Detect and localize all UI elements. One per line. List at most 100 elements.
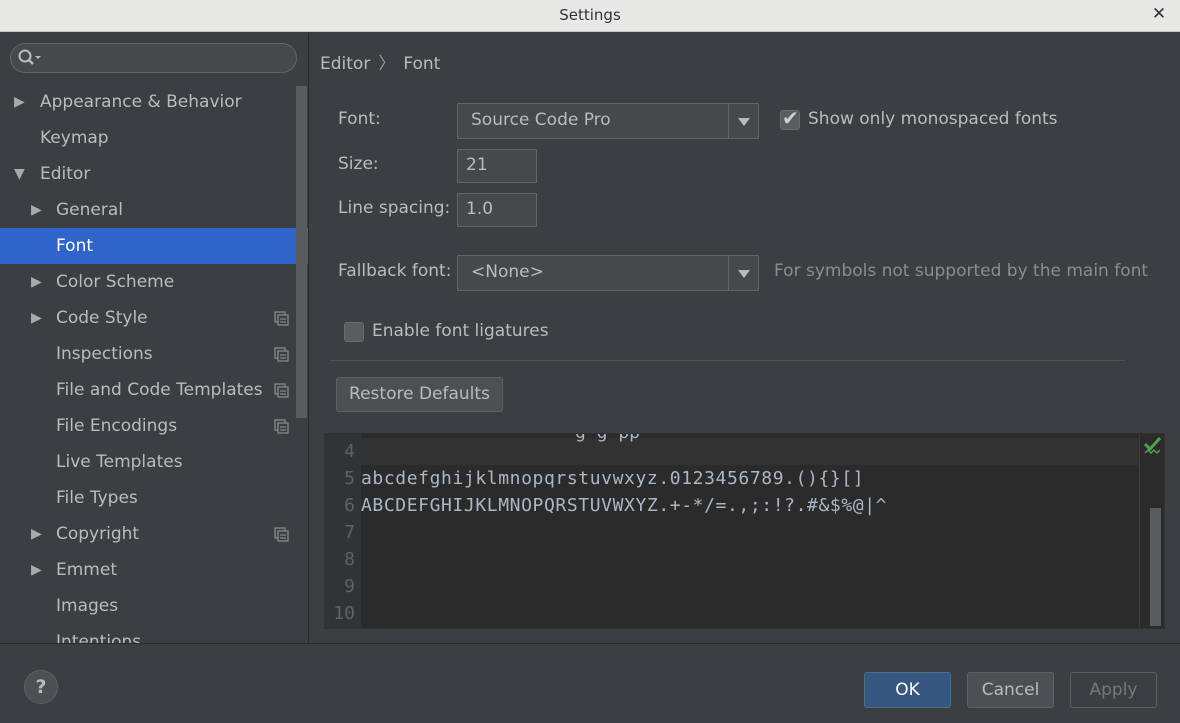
breadcrumb-parent[interactable]: Editor xyxy=(320,54,370,74)
size-label: Size: xyxy=(338,154,379,174)
sidebar-item-label: Emmet xyxy=(56,560,117,580)
breadcrumb-current: Font xyxy=(403,54,441,74)
fallback-font-label: Fallback font: xyxy=(338,261,452,281)
breadcrumb-separator: 〉 xyxy=(378,54,396,74)
sidebar-item-emmet[interactable]: ▶ Emmet xyxy=(0,552,308,588)
sidebar-item-file-types[interactable]: File Types xyxy=(0,480,308,516)
line-number: 8 xyxy=(344,549,355,570)
line-number: 4 xyxy=(344,441,355,462)
sidebar-item-label: File Encodings xyxy=(56,416,178,436)
sidebar-item-label: File Types xyxy=(56,488,138,508)
line-spacing-field[interactable]: 1.0 xyxy=(457,193,537,227)
sidebar-item-images[interactable]: Images xyxy=(0,588,308,624)
sidebar-item-label: Code Style xyxy=(56,308,148,328)
cancel-button[interactable]: Cancel xyxy=(967,672,1054,708)
project-settings-icon xyxy=(274,383,289,398)
font-dropdown-button[interactable] xyxy=(728,104,758,138)
sidebar-item-file-encodings[interactable]: File Encodings xyxy=(0,408,308,444)
sidebar-item-editor[interactable]: ▼ Editor xyxy=(0,156,308,192)
separator xyxy=(330,360,1125,361)
sidebar-scrollbar[interactable] xyxy=(296,86,307,418)
sidebar-item-label: Keymap xyxy=(40,128,109,148)
checkmark-icon: ✔ xyxy=(782,106,799,130)
line-number: 5 xyxy=(344,468,355,489)
chevron-down-icon xyxy=(738,118,750,126)
preview-line-lowercase: abcdefghijklmnopqrstuvwxyz.0123456789.()… xyxy=(361,468,865,489)
sidebar-item-appearance-behavior[interactable]: ▶ Appearance & Behavior xyxy=(0,84,308,120)
sidebar-item-keymap[interactable]: Keymap xyxy=(0,120,308,156)
sidebar-item-file-and-code-templates[interactable]: File and Code Templates xyxy=(0,372,308,408)
sidebar-item-general[interactable]: ▶ General xyxy=(0,192,308,228)
fallback-font-combobox[interactable]: <None> xyxy=(457,255,759,291)
font-combobox-value: Source Code Pro xyxy=(471,110,611,130)
ok-button[interactable]: OK xyxy=(864,672,951,708)
fallback-dropdown-button[interactable] xyxy=(728,256,758,290)
window-title: Settings xyxy=(559,6,621,24)
apply-button[interactable]: Apply xyxy=(1070,672,1157,708)
collapse-arrow-icon[interactable]: ▶ xyxy=(31,300,42,336)
sidebar-item-label: Live Templates xyxy=(56,452,183,472)
sidebar-item-copyright[interactable]: ▶ Copyright xyxy=(0,516,308,552)
font-preview-editor[interactable]: g g pp 4 5 6 7 8 9 10 abcdefghijklmnopqr… xyxy=(324,433,1165,629)
sidebar-item-label: Appearance & Behavior xyxy=(40,92,242,112)
current-line-highlight xyxy=(361,438,1141,465)
expand-arrow-icon[interactable]: ▼ xyxy=(14,156,25,192)
line-number: 10 xyxy=(333,603,355,624)
font-combobox[interactable]: Source Code Pro xyxy=(457,103,759,139)
preview-line-uppercase: ABCDEFGHIJKLMNOPQRSTUVWXYZ.+-*/=.,;:!?.#… xyxy=(361,495,888,516)
chevron-down-icon xyxy=(738,270,750,278)
sidebar-item-inspections[interactable]: Inspections xyxy=(0,336,308,372)
help-button[interactable]: ? xyxy=(24,670,58,704)
line-number: 9 xyxy=(344,576,355,597)
sidebar-item-label: Font xyxy=(56,236,94,256)
restore-defaults-button[interactable]: Restore Defaults xyxy=(336,377,503,412)
collapse-arrow-icon[interactable]: ▶ xyxy=(31,516,42,552)
project-settings-icon xyxy=(274,527,289,542)
line-number: 6 xyxy=(344,495,355,516)
collapse-arrow-icon[interactable]: ▶ xyxy=(31,552,42,588)
collapse-arrow-icon[interactable]: ▶ xyxy=(31,264,42,300)
sidebar-item-label: Copyright xyxy=(56,524,140,544)
sidebar-item-intentions[interactable]: Intentions xyxy=(0,624,308,643)
project-settings-icon xyxy=(274,347,289,362)
sidebar-item-font[interactable]: Font xyxy=(0,228,308,264)
sidebar-item-label: General xyxy=(56,200,123,220)
sidebar-item-code-style[interactable]: ▶ Code Style xyxy=(0,300,308,336)
font-label: Font: xyxy=(338,109,381,129)
sidebar-item-label: Inspections xyxy=(56,344,153,364)
sidebar-item-color-scheme[interactable]: ▶ Color Scheme xyxy=(0,264,308,300)
line-number: 7 xyxy=(344,522,355,543)
size-field[interactable]: 21 xyxy=(457,149,537,183)
sidebar-item-label: Color Scheme xyxy=(56,272,175,292)
size-field-value: 21 xyxy=(466,155,488,175)
inspection-ok-icon xyxy=(1143,436,1162,454)
sidebar-item-label: Intentions xyxy=(56,632,142,643)
preview-clipped-line: g g pp xyxy=(575,434,640,443)
line-spacing-field-value: 1.0 xyxy=(466,199,494,219)
ligatures-label[interactable]: Enable font ligatures xyxy=(372,321,549,341)
search-input[interactable] xyxy=(10,43,297,73)
collapse-arrow-icon[interactable]: ▶ xyxy=(31,192,42,228)
settings-sidebar: ▶ Appearance & Behavior Keymap ▼ Editor ▶ Gene… xyxy=(0,33,309,643)
collapse-arrow-icon[interactable]: ▶ xyxy=(14,84,25,120)
project-settings-icon xyxy=(274,311,289,326)
dialog-footer: ? OK Cancel Apply xyxy=(0,643,1180,723)
close-icon[interactable]: ✕ xyxy=(1148,3,1170,25)
sidebar-item-live-templates[interactable]: Live Templates xyxy=(0,444,308,480)
window-titlebar: Settings ✕ xyxy=(0,0,1180,32)
mono-only-checkbox[interactable]: ✔ xyxy=(780,106,800,130)
fallback-font-value: <None> xyxy=(471,262,544,282)
editor-scroll-area xyxy=(1139,434,1164,628)
search-icon xyxy=(18,49,41,65)
sidebar-item-label: Images xyxy=(56,596,119,616)
font-settings-panel: Editor 〉 Font Font: Source Code Pro ✔ Show… xyxy=(310,33,1180,643)
line-spacing-label: Line spacing: xyxy=(338,198,451,218)
editor-scrollbar[interactable] xyxy=(1150,508,1161,626)
breadcrumb: Editor 〉 Font xyxy=(320,49,440,74)
mono-only-label[interactable]: Show only monospaced fonts xyxy=(808,109,1058,129)
project-settings-icon xyxy=(274,419,289,434)
ligatures-checkbox[interactable] xyxy=(344,322,364,342)
fallback-font-hint: For symbols not supported by the main fo… xyxy=(774,261,1149,281)
sidebar-item-label: Editor xyxy=(40,164,91,184)
sidebar-item-label: File and Code Templates xyxy=(56,380,263,400)
